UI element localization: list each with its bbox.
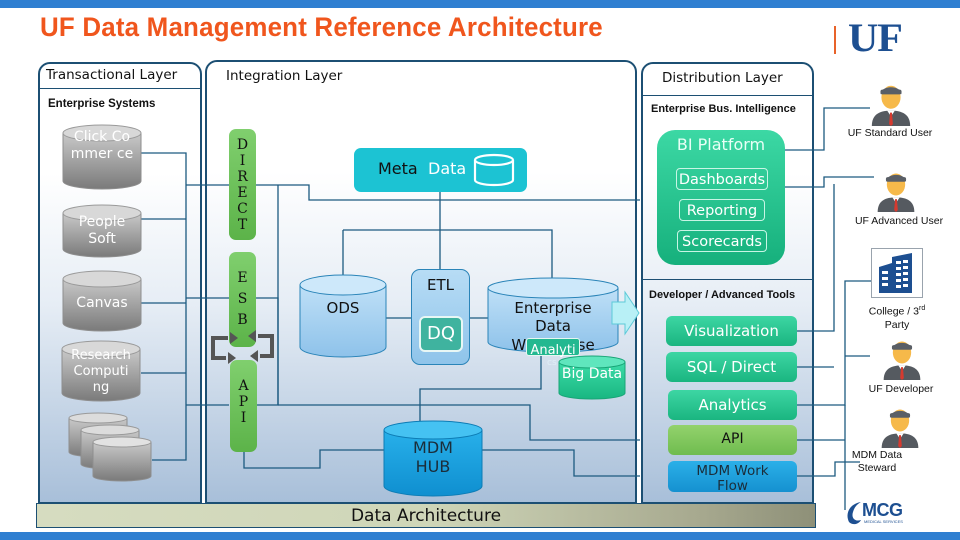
bi-item-dashboards[interactable]: Dashboards [676, 168, 768, 190]
flow-arrow-icon [611, 290, 640, 336]
mcg-logo-tagline: MEDICAL SERVICES [864, 519, 903, 524]
mdm-hub-line2: HUB [415, 457, 451, 476]
footer-label: Data Architecture [350, 506, 502, 526]
mdm-hub-line1: MDM [413, 438, 453, 457]
api-letter: I [240, 410, 247, 426]
user-icon [880, 336, 924, 380]
edw-label-line2: Data [535, 317, 571, 335]
api-connector: A P I [230, 360, 257, 452]
edw-label-line1: Enterprise [514, 299, 592, 317]
analytics-tag-overflow: cs [547, 358, 557, 368]
college-label-sup: rd [918, 305, 926, 312]
esb-letter: B [237, 312, 248, 328]
tool-label: SQL / Direct [686, 358, 777, 376]
building-icon-frame [871, 248, 923, 298]
esb-letter: E [237, 270, 248, 286]
peoplesoft-db: People Soft [62, 204, 142, 258]
distribution-layer-heading: Distribution Layer [662, 70, 783, 86]
user-icon [868, 80, 914, 126]
user-college-label: College / 3rd Party [842, 302, 952, 332]
mdm-hub-db: MDM HUB [383, 420, 483, 498]
tool-label: Analytics [698, 396, 767, 414]
user-advanced-label: UF Advanced User [854, 215, 944, 227]
direct-letter: R [237, 169, 248, 185]
user-mdm-steward-label: MDM Data Steward [851, 449, 903, 474]
tool-label: Visualization [684, 322, 779, 340]
database-icon [473, 153, 515, 187]
bi-item-label: Scorecards [682, 234, 762, 250]
bottom-band [0, 532, 960, 540]
click-commerce-label: Click Commer ce [70, 129, 134, 162]
research-computing-label: Research Computi ng [71, 348, 131, 395]
distribution-header-divider [643, 95, 812, 96]
bi-platform-title: BI Platform [676, 135, 766, 154]
direct-letter: E [237, 185, 248, 201]
top-band [0, 0, 960, 8]
user-developer-label: UF Developer [868, 383, 934, 395]
etl-box: ETL DQ [411, 269, 470, 365]
direct-letter: D [236, 137, 249, 153]
user-icon [878, 404, 922, 448]
meta-data-box: Meta Data [354, 148, 527, 192]
peoplesoft-label: People Soft [78, 214, 126, 247]
direct-letter: C [237, 201, 248, 217]
dq-box: DQ [419, 316, 463, 352]
logo-divider [834, 26, 836, 54]
direct-letter: T [237, 217, 248, 233]
meta-data-word2: Data [428, 159, 467, 178]
other-systems-db-stack [68, 412, 154, 482]
tool-api[interactable]: API [668, 425, 797, 455]
data-architecture-band: Data Architecture [36, 503, 816, 528]
big-data-db: Big Data [558, 355, 626, 401]
developer-tools-heading: Developer / Advanced Tools [649, 289, 796, 301]
api-letter: A [238, 378, 249, 394]
bi-item-label: Reporting [686, 203, 758, 219]
dev-tools-divider [643, 279, 812, 280]
user-icon [874, 168, 918, 212]
esb-letter: S [237, 291, 248, 307]
enterprise-systems-heading: Enterprise Systems [48, 98, 156, 110]
tool-mdm-workflow[interactable]: MDM Work Flow [668, 461, 797, 492]
research-computing-db: Research Computi ng [61, 340, 141, 402]
bi-item-scorecards[interactable]: Scorecards [677, 230, 767, 252]
transactional-header-divider [40, 88, 200, 89]
mcg-logo: MCG MEDICAL SERVICES [845, 500, 915, 528]
page-title: UF Data Management Reference Architectur… [40, 12, 603, 42]
meta-data-word1: Meta [378, 159, 418, 178]
click-commerce-db: Click Commer ce [62, 124, 142, 190]
canvas-label: Canvas [76, 295, 128, 311]
canvas-db: Canvas [62, 270, 142, 332]
building-icon [879, 253, 912, 293]
bi-item-label: Dashboards [678, 172, 766, 188]
enterprise-bi-heading: Enterprise Bus. Intelligence [651, 103, 796, 115]
tool-label: API [721, 431, 744, 447]
college-label-line2: Party [884, 318, 910, 331]
user-standard-label: UF Standard User [847, 127, 933, 139]
dq-label: DQ [426, 323, 456, 344]
direct-letter: I [239, 153, 246, 169]
tool-visualization[interactable]: Visualization [666, 316, 797, 346]
bi-item-reporting[interactable]: Reporting [679, 199, 765, 221]
direct-connector: D I R E C T [229, 129, 256, 240]
uf-logo: UF [848, 15, 903, 60]
tool-sql-direct[interactable]: SQL / Direct [666, 352, 797, 382]
bi-platform: BI Platform Dashboards Reporting Scoreca… [657, 130, 785, 265]
ods-label: ODS [326, 299, 360, 317]
college-label-text: College / 3 [868, 305, 919, 318]
mcg-logo-text: MCG [862, 500, 903, 520]
etl-label: ETL [427, 276, 454, 294]
tool-analytics[interactable]: Analytics [668, 390, 797, 420]
big-data-label: Big Data [561, 366, 623, 382]
analytics-tag: Analyti [526, 338, 580, 358]
transactional-layer-heading: Transactional Layer [46, 67, 178, 83]
esb-api-exchange-arrows-icon [211, 330, 274, 364]
integration-layer-heading: Integration Layer [226, 68, 343, 84]
tool-label: MDM Work Flow [696, 463, 769, 493]
ods-db: ODS [299, 273, 387, 359]
api-letter: P [238, 394, 249, 410]
